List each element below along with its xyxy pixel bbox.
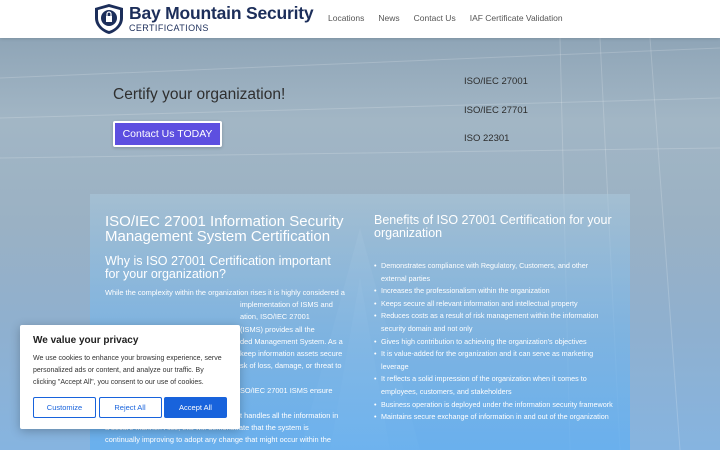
nav-news[interactable]: News [378, 13, 399, 23]
why-important-heading: Why is ISO 27001 Certification important… [105, 254, 331, 281]
accept-all-button[interactable]: Accept All [164, 397, 227, 418]
benefit-item: It reflects a solid impression of the or… [374, 373, 614, 398]
benefit-item: Increases the professionalism within the… [374, 285, 614, 298]
benefit-item: Gives high contribution to achieving the… [374, 336, 614, 349]
benefit-item: It is value-added for the organization a… [374, 348, 614, 373]
isms-certification-heading: ISO/IEC 27001 Information Security Manag… [105, 213, 344, 245]
cookie-title: We value your privacy [33, 335, 139, 346]
hero-tagline: Certify your organization! [113, 86, 286, 103]
nav-locations[interactable]: Locations [328, 13, 364, 23]
standard-iso-27701: ISO/IEC 27701 [464, 104, 528, 116]
logo-subtitle: CERTIFICATIONS [129, 23, 209, 34]
cookie-consent-dialog: We value your privacy We use cookies to … [20, 325, 240, 429]
nav-contact-us[interactable]: Contact Us [414, 13, 456, 23]
shield-logo-icon [95, 4, 123, 34]
benefit-item: Maintains secure exchange of information… [374, 411, 614, 424]
standard-iso-22301: ISO 22301 [464, 133, 510, 144]
nav-iaf-certificate-validation[interactable]: IAF Certificate Validation [470, 13, 563, 23]
cookie-body: We use cookies to enhance your browsing … [33, 355, 222, 386]
benefits-list: Demonstrates compliance with Regulatory,… [374, 260, 614, 424]
benefits-heading: Benefits of ISO 27001 Certification for … [374, 213, 612, 240]
right-column: Benefits of ISO 27001 Certification for … [374, 214, 614, 424]
benefit-item: Demonstrates compliance with Regulatory,… [374, 260, 614, 285]
site-logo[interactable]: Bay Mountain Security CERTIFICATIONS [92, 2, 314, 36]
main-nav: Locations News Contact Us IAF Certificat… [328, 13, 577, 23]
contact-us-today-button[interactable]: Contact Us TODAY [113, 121, 222, 147]
benefit-item: Keeps secure all relevant information an… [374, 298, 614, 311]
customize-button[interactable]: Customize [33, 397, 96, 418]
standards-list: ISO/IEC 27001 ISO/IEC 27701 ISO 22301 [464, 76, 528, 162]
site-header: Bay Mountain Security CERTIFICATIONS Loc… [0, 0, 720, 38]
standard-iso-27001: ISO/IEC 27001 [464, 76, 528, 87]
cookie-buttons: Customize Reject All Accept All [33, 397, 227, 418]
benefit-item: Business operation is deployed under the… [374, 399, 614, 412]
logo-title: Bay Mountain Security [129, 2, 314, 23]
reject-all-button[interactable]: Reject All [98, 397, 162, 418]
benefit-item: Reduces costs as a result of risk manage… [374, 310, 614, 335]
